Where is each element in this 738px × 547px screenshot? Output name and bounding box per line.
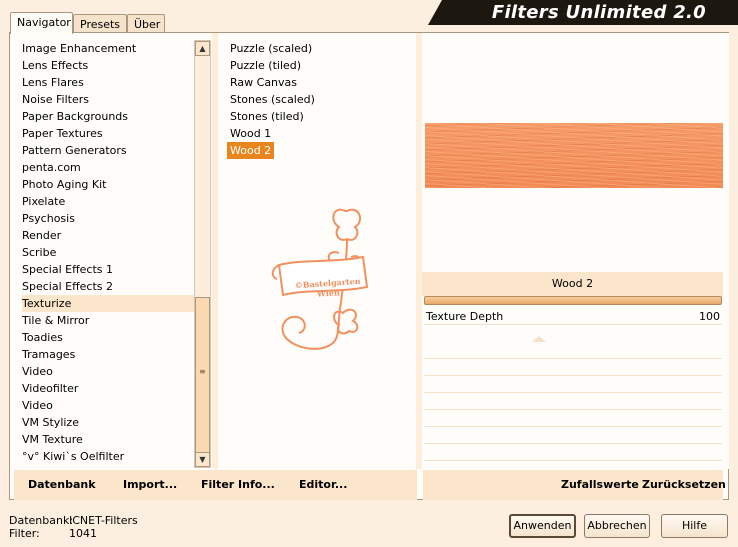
category-item[interactable]: Psychosis bbox=[22, 210, 202, 227]
tab-presets-label: Presets bbox=[80, 18, 121, 31]
category-item[interactable]: penta.com bbox=[22, 159, 202, 176]
filter-list: Puzzle (scaled) Puzzle (tiled) Raw Canva… bbox=[227, 40, 412, 159]
title-banner: Filters Unlimited 2.0 bbox=[428, 0, 738, 25]
category-item[interactable]: Noise Filters bbox=[22, 91, 202, 108]
category-scrollbar[interactable]: ▲ ≡ ▼ bbox=[194, 40, 211, 468]
category-item[interactable]: Video bbox=[22, 363, 202, 380]
arrow-up-icon: ▲ bbox=[199, 44, 206, 53]
app-title: Filters Unlimited 2.0 bbox=[491, 2, 706, 23]
scroll-thumb[interactable]: ≡ bbox=[195, 297, 210, 453]
filter-info-link[interactable]: Filter Info... bbox=[201, 470, 275, 500]
parameter-row-empty bbox=[424, 376, 722, 393]
editor-link[interactable]: Editor... bbox=[299, 470, 347, 500]
category-item[interactable]: Special Effects 2 bbox=[22, 278, 202, 295]
category-item-selected[interactable]: Texturize bbox=[22, 295, 202, 312]
category-list: Image Enhancement Lens Effects Lens Flar… bbox=[22, 40, 202, 465]
status-area: Datenbank:ICNET-Filters Filter: 1041 bbox=[9, 514, 138, 540]
category-item[interactable]: Tile & Mirror bbox=[22, 312, 202, 329]
parameter-row-empty bbox=[424, 342, 722, 359]
category-item[interactable]: Special Effects 1 bbox=[22, 261, 202, 278]
category-item[interactable]: VM Stylize bbox=[22, 414, 202, 431]
database-status-value: ICNET-Filters bbox=[69, 514, 138, 527]
parameter-row-empty bbox=[424, 410, 722, 427]
category-item[interactable]: °v° Kiwi`s Oelfilter bbox=[22, 448, 202, 465]
filter-item-selected[interactable]: Wood 2 bbox=[227, 142, 275, 159]
arrow-down-icon: ▼ bbox=[199, 455, 206, 464]
category-item[interactable]: Scribe bbox=[22, 244, 202, 261]
category-item[interactable]: Toadies bbox=[22, 329, 202, 346]
filter-item[interactable]: Puzzle (tiled) bbox=[227, 57, 304, 74]
reset-link[interactable]: Zurücksetzen bbox=[642, 470, 726, 500]
category-item[interactable]: Videofilter bbox=[22, 380, 202, 397]
category-item[interactable]: Render bbox=[22, 227, 202, 244]
filter-item[interactable]: Raw Canvas bbox=[227, 74, 300, 91]
category-item[interactable]: Paper Backgrounds bbox=[22, 108, 202, 125]
category-item[interactable]: Pattern Generators bbox=[22, 142, 202, 159]
database-link[interactable]: Datenbank bbox=[28, 470, 96, 500]
category-item[interactable]: Paper Textures bbox=[22, 125, 202, 142]
parameter-row[interactable]: Texture Depth 100 bbox=[424, 308, 722, 325]
selected-filter-name: Wood 2 bbox=[422, 272, 723, 296]
parameter-slider[interactable] bbox=[424, 296, 722, 305]
category-item[interactable]: Image Enhancement bbox=[22, 40, 202, 57]
category-item[interactable]: Lens Flares bbox=[22, 74, 202, 91]
parameter-row-empty bbox=[424, 427, 722, 444]
preview-image bbox=[425, 123, 723, 188]
category-item[interactable]: Pixelate bbox=[22, 193, 202, 210]
parameter-row-empty bbox=[424, 444, 722, 461]
filter-item[interactable]: Stones (scaled) bbox=[227, 91, 318, 108]
tab-presets[interactable]: Presets bbox=[73, 14, 127, 33]
left-link-bar: Datenbank Import... Filter Info... Edito… bbox=[14, 470, 417, 500]
parameter-row-empty bbox=[424, 359, 722, 376]
filter-item[interactable]: Puzzle (scaled) bbox=[227, 40, 315, 57]
right-link-bar: Zufallswerte Zurücksetzen bbox=[423, 470, 726, 500]
tab-navigator-label: Navigator bbox=[17, 16, 71, 29]
category-item[interactable]: Video bbox=[22, 397, 202, 414]
category-item[interactable]: Photo Aging Kit bbox=[22, 176, 202, 193]
category-item[interactable]: Tramages bbox=[22, 346, 202, 363]
filter-item[interactable]: Wood 1 bbox=[227, 125, 274, 142]
tab-uber[interactable]: Über bbox=[127, 14, 165, 33]
randomize-link[interactable]: Zufallswerte bbox=[561, 470, 639, 500]
import-link[interactable]: Import... bbox=[123, 470, 177, 500]
help-button[interactable]: Hilfe bbox=[661, 514, 728, 538]
category-item[interactable]: Lens Effects bbox=[22, 57, 202, 74]
database-status-label: Datenbank: bbox=[9, 514, 74, 527]
scroll-down-button[interactable]: ▼ bbox=[195, 452, 210, 467]
navigator-panel: Image Enhancement Lens Effects Lens Flar… bbox=[9, 32, 729, 500]
divider bbox=[212, 33, 218, 469]
category-item[interactable]: VM Texture bbox=[22, 431, 202, 448]
apply-button[interactable]: Anwenden bbox=[509, 514, 576, 538]
cancel-button[interactable]: Abbrechen bbox=[584, 514, 650, 538]
watermark-logo: ©Bastelgarten Wien bbox=[263, 203, 373, 353]
parameter-list: Texture Depth 100 bbox=[422, 308, 723, 469]
filter-status-value: 1041 bbox=[69, 527, 97, 540]
filter-status-label: Filter: bbox=[9, 527, 40, 540]
parameter-row-empty bbox=[424, 393, 722, 410]
preview-panel: Wood 2 Texture Depth 100 bbox=[422, 33, 729, 469]
grip-icon: ≡ bbox=[199, 367, 206, 376]
tab-navigator[interactable]: Navigator bbox=[10, 12, 73, 34]
parameter-label: Texture Depth bbox=[426, 310, 504, 323]
tab-uber-label: Über bbox=[134, 18, 161, 31]
filter-item[interactable]: Stones (tiled) bbox=[227, 108, 307, 125]
scroll-up-button[interactable]: ▲ bbox=[195, 41, 210, 56]
parameter-value: 100 bbox=[699, 310, 720, 323]
